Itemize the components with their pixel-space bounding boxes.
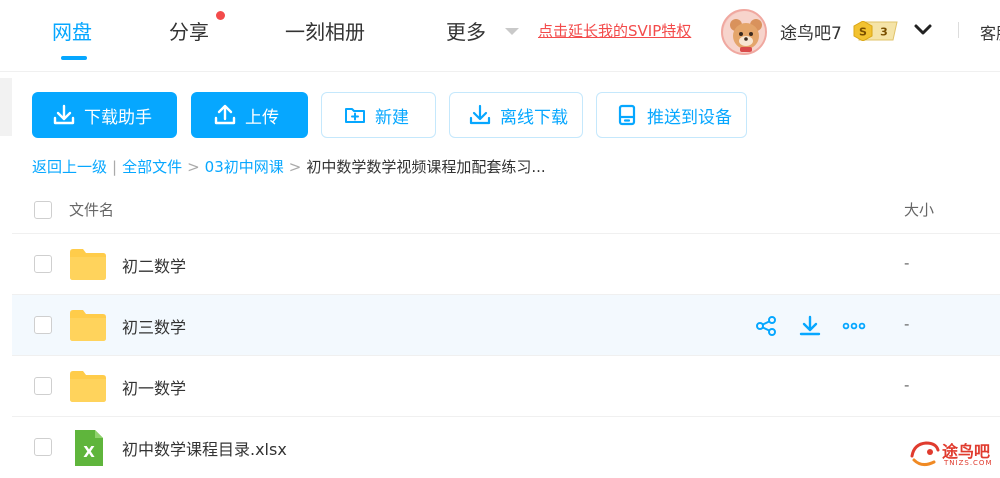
watermark-subtext: TNIZS.COM <box>944 459 993 467</box>
breadcrumb-current: 初中数学数学视频课程加配套练习... <box>306 158 546 176</box>
more-dropdown-icon[interactable] <box>505 28 519 35</box>
breadcrumb-divider: | <box>112 158 118 176</box>
avatar-bear-icon <box>723 11 765 53</box>
more-options-icon[interactable] <box>842 314 866 338</box>
breadcrumb-back-link[interactable]: 返回上一级 <box>32 158 107 176</box>
excel-file-icon: X <box>75 430 103 466</box>
vip-level-number: 3 <box>880 26 888 39</box>
excel-letter: X <box>83 443 95 461</box>
svip-promo-link[interactable]: 点击延长我的SVIP特权 <box>538 20 691 41</box>
column-header-size[interactable]: 大小 <box>904 199 934 220</box>
download-helper-label: 下载助手 <box>84 107 152 128</box>
header-divider <box>958 22 959 38</box>
offline-download-label: 离线下载 <box>500 107 568 128</box>
file-name[interactable]: 初二数学 <box>122 253 186 277</box>
nav-tab-share[interactable]: 分享 <box>169 16 209 45</box>
username[interactable]: 途鸟吧7 <box>780 19 842 44</box>
row-checkbox[interactable] <box>34 438 52 456</box>
push-to-device-label: 推送到设备 <box>647 107 732 128</box>
share-notification-dot <box>216 11 225 20</box>
folder-icon <box>70 371 106 402</box>
row-action-group <box>754 314 866 338</box>
file-row[interactable]: 初三数学 - <box>12 295 1000 356</box>
upload-icon <box>214 104 236 125</box>
top-navigation-bar: 网盘 分享 一刻相册 更多 点击延长我的SVIP特权 途鸟吧7 S 3 客服 <box>0 0 1000 72</box>
offline-download-button[interactable]: 离线下载 <box>449 92 583 138</box>
breadcrumb-all-files[interactable]: 全部文件 <box>122 158 182 176</box>
breadcrumb-arrow: > <box>288 158 302 176</box>
row-checkbox[interactable] <box>34 316 52 334</box>
upload-button[interactable]: 上传 <box>191 92 308 138</box>
file-size: - <box>904 376 910 394</box>
file-name[interactable]: 初三数学 <box>122 314 186 338</box>
customer-service-link[interactable]: 客服 <box>980 20 1000 44</box>
file-name[interactable]: 初中数学课程目录.xlsx <box>122 436 287 460</box>
nav-tab-more[interactable]: 更多 <box>446 16 486 45</box>
new-folder-label: 新建 <box>375 107 409 128</box>
row-checkbox[interactable] <box>34 255 52 273</box>
svip-level-badge: S 3 <box>853 21 898 41</box>
device-icon <box>618 104 636 126</box>
file-row[interactable]: 初二数学 - <box>12 234 1000 295</box>
file-size: - <box>904 254 910 272</box>
select-all-checkbox[interactable] <box>34 201 52 219</box>
share-icon[interactable] <box>754 314 778 338</box>
new-folder-button[interactable]: 新建 <box>321 92 436 138</box>
file-row[interactable]: 初一数学 - <box>12 356 1000 417</box>
vip-letter: S <box>859 26 867 39</box>
chevron-down-icon[interactable] <box>913 20 933 40</box>
folder-icon <box>70 249 106 280</box>
folder-icon <box>70 310 106 341</box>
active-tab-indicator <box>61 56 87 60</box>
column-header-name[interactable]: 文件名 <box>69 199 114 220</box>
nav-tab-netdisk[interactable]: 网盘 <box>52 16 92 45</box>
watermark-logo-icon <box>910 441 940 467</box>
new-folder-icon <box>345 108 365 123</box>
offline-download-icon <box>469 104 491 125</box>
file-name[interactable]: 初一数学 <box>122 375 186 399</box>
watermark: 途鸟吧 TNIZS.COM <box>906 436 1000 474</box>
nav-tab-photo-album[interactable]: 一刻相册 <box>285 16 365 45</box>
breadcrumb: 返回上一级 | 全部文件 >03初中网课 > 初中数学数学视频课程加配套练习... <box>32 156 546 177</box>
row-checkbox[interactable] <box>34 377 52 395</box>
breadcrumb-folder-1[interactable]: 03初中网课 <box>205 158 284 176</box>
file-size: - <box>904 315 910 333</box>
download-icon <box>53 104 75 125</box>
left-panel-edge <box>0 78 12 136</box>
upload-label: 上传 <box>245 107 279 128</box>
user-avatar[interactable] <box>721 9 767 55</box>
file-list-header: 文件名 大小 <box>12 186 1000 234</box>
push-to-device-button[interactable]: 推送到设备 <box>596 92 747 138</box>
download-icon[interactable] <box>798 314 822 338</box>
breadcrumb-arrow: > <box>187 158 200 176</box>
download-helper-button[interactable]: 下载助手 <box>32 92 177 138</box>
file-row[interactable]: X 初中数学课程目录.xlsx <box>12 417 1000 478</box>
